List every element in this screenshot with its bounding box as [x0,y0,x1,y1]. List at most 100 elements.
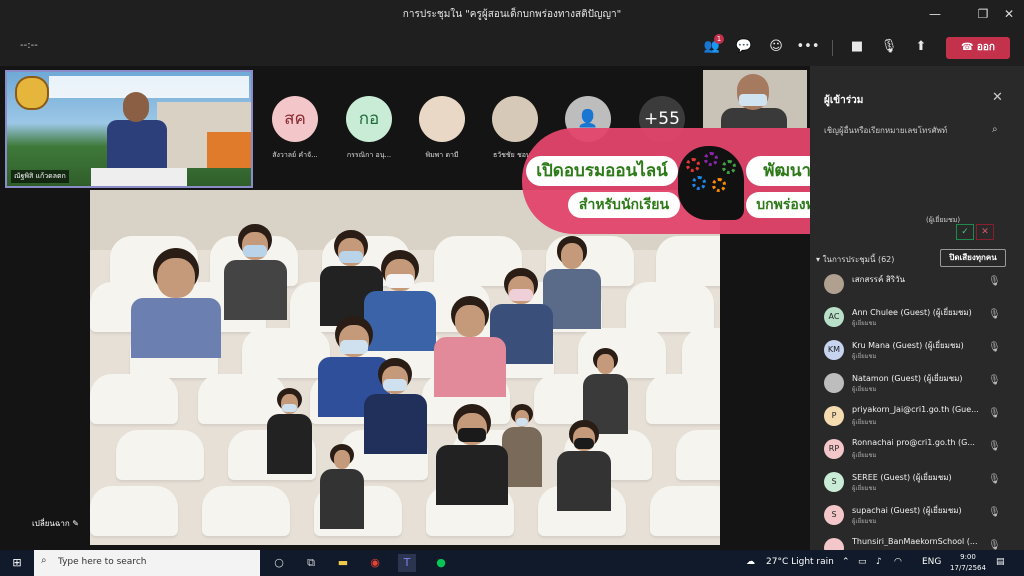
participant-role: ผู้เยี่ยมชม [852,320,877,327]
more-count: +55 [644,109,680,129]
close-panel-icon[interactable]: ✕ [992,90,1003,105]
self-view-video[interactable] [703,70,807,128]
taskbar-search[interactable]: ⌕ Type here to search [34,550,260,576]
mic-muted-icon: 🎙 [988,309,1001,320]
change-background-button[interactable]: เปลี่ยนฉาก ✎ [32,517,79,530]
search-icon: ⌕ [992,124,998,135]
auditorium-seat [626,282,714,332]
participant-avatar-photo[interactable] [419,96,465,142]
pencil-icon: ✎ [72,519,79,528]
participants-badge: 1 [714,34,724,44]
file-explorer-icon[interactable]: ▬ [334,554,352,572]
auditorium-seat [650,486,720,536]
attendee-figure [318,444,366,536]
search-icon: ⌕ [41,555,47,566]
cortana-icon[interactable]: ○ [270,554,288,572]
participant-row[interactable]: RP Ronnachai pro@cri1.go.th (G... ผู้เยี… [824,435,1004,463]
attendee-figure [220,224,290,320]
main-video [90,190,720,545]
clock-date: 17/7/2564 [950,564,986,572]
chrome-icon[interactable]: ◉ [366,554,384,572]
deny-button[interactable]: ✕ [976,224,994,240]
auditorium-seat [90,486,178,536]
avatar-name: กรรณิกา อนุ... [346,151,392,159]
participants-icon[interactable]: 👥 1 [700,34,724,58]
participant-row[interactable]: P priyakorn_Jai@cri1.go.th (Gue... ผู้เย… [824,402,1004,430]
chat-icon[interactable]: 💬 [732,36,756,58]
weather-text[interactable]: 27°C Light rain [766,557,834,567]
leave-button[interactable]: ☎ ออก [946,37,1010,59]
language-indicator[interactable]: ENG [922,557,941,567]
more-actions-icon[interactable]: ••• [796,36,820,58]
meeting-toolbar: --:-- 👥 1 💬 ☺ ••• ■ 🎙 ⬆ [0,28,1024,66]
invite-search-input[interactable]: เชิญผู้อื่นหรือเรียกหมายเลขโทรศัพท์ ⌕ [824,124,1010,140]
notifications-icon[interactable]: ▤ [996,557,1005,567]
participant-role: ผู้เยี่ยมชม [852,353,877,360]
attendee-figure [264,388,314,480]
leave-label: ออก [976,42,995,53]
clock[interactable]: 9:00 17/7/2564 [948,552,988,574]
participant-name: priyakorn_Jai@cri1.go.th (Gue... [852,405,979,414]
desk-image [91,168,187,186]
in-meeting-section[interactable]: ▾ ในการประชุมนี้ (62) [816,253,894,266]
attendee-figure [554,420,614,512]
line-app-icon[interactable]: ● [432,554,450,572]
tray-chevron-icon[interactable]: ⌃ [842,557,850,567]
participant-avatar[interactable]: กอ [346,96,392,142]
teams-icon[interactable]: T [398,554,416,572]
weather-icon[interactable]: ☁ [746,557,755,567]
volume-icon[interactable]: ♪ [876,557,882,567]
participant-avatar: RP [824,439,844,459]
close-window-icon[interactable]: ✕ [994,4,1024,24]
avatar-initials: สค [284,109,306,129]
share-screen-icon[interactable]: ⬆ [909,36,933,58]
admit-button[interactable]: ✓ [956,224,974,240]
school-logo [15,76,49,110]
windows-taskbar: ⊞ ⌕ Type here to search ○ ⧉ ▬ ◉ T ● ☁ 27… [0,550,1024,576]
participant-row[interactable]: KM Kru Mana (Guest) (ผู้เยี่ยมชม) ผู้เยี… [824,336,1004,364]
mic-muted-icon[interactable]: 🎙 [877,36,901,58]
change-background-label: เปลี่ยนฉาก [32,519,70,528]
participant-avatar: AC [824,307,844,327]
participant-row[interactable]: Natamon (Guest) (ผู้เยี่ยมชม) ผู้เยี่ยมช… [824,369,1004,397]
pinned-name: ณัฐพิสิ แก้วดลตก [11,170,69,183]
participant-avatar[interactable]: สค [272,96,318,142]
attendee-figure [430,296,510,397]
meeting-timer: --:-- [20,40,38,51]
participant-row[interactable]: S SEREE (Guest) (ผู้เยี่ยมชม) ผู้เยี่ยมช… [824,468,1004,496]
section-label: ในการประชุมนี้ (62) [822,255,895,264]
minimize-icon[interactable]: — [920,4,950,24]
participant-avatar [824,373,844,393]
participant-avatar: S [824,505,844,525]
divider [832,40,833,56]
wifi-icon[interactable]: ◠ [894,557,902,567]
participant-row[interactable]: เสกสรรค์ สิริวัน 🎙 [824,270,1004,298]
mic-muted-icon: 🎙 [988,507,1001,518]
mute-all-button[interactable]: ปิดเสียงทุกคน [940,249,1006,267]
network-icon[interactable]: ▭ [858,557,867,567]
participant-row[interactable]: S supachai (Guest) (ผู้เยี่ยมชม) ผู้เยี่… [824,501,1004,529]
presenter-figure [107,92,167,180]
participant-name: Ronnachai pro@cri1.go.th (G... [852,438,975,447]
avatar-name: สังวาลย์ คำจั... [272,151,318,159]
person-icon: 👤 [577,109,599,129]
participant-role: ผู้เยี่ยมชม [852,419,877,426]
participant-avatar: KM [824,340,844,360]
task-view-icon[interactable]: ⧉ [302,554,320,572]
camera-icon[interactable]: ■ [845,36,869,58]
avatar-name: พิมพา ดามี [425,151,459,159]
participant-avatar [824,274,844,294]
participant-role: ผู้เยี่ยมชม [852,386,877,393]
mic-muted-icon: 🎙 [988,441,1001,452]
windows-start-icon[interactable]: ⊞ [8,554,26,572]
pinned-video-tile[interactable]: ณัฐพิสิ แก้วดลตก [5,70,253,188]
participant-row[interactable]: AC Ann Chulee (Guest) (ผู้เยี่ยมชม) ผู้เ… [824,303,1004,331]
mic-muted-icon: 🎙 [988,276,1001,287]
lobby-guest-tag: (ผู้เยี่ยมชม) [926,216,961,224]
window-title: การประชุมใน "ครูผู้สอนเด็กบกพร่องทางสติป… [402,9,622,20]
auditorium-seat [646,374,720,424]
participant-role: ผู้เยี่ยมชม [852,518,877,525]
participant-name: เสกสรรค์ สิริวัน [852,275,905,284]
reactions-icon[interactable]: ☺ [764,36,788,58]
mic-muted-icon: 🎙 [988,408,1001,419]
